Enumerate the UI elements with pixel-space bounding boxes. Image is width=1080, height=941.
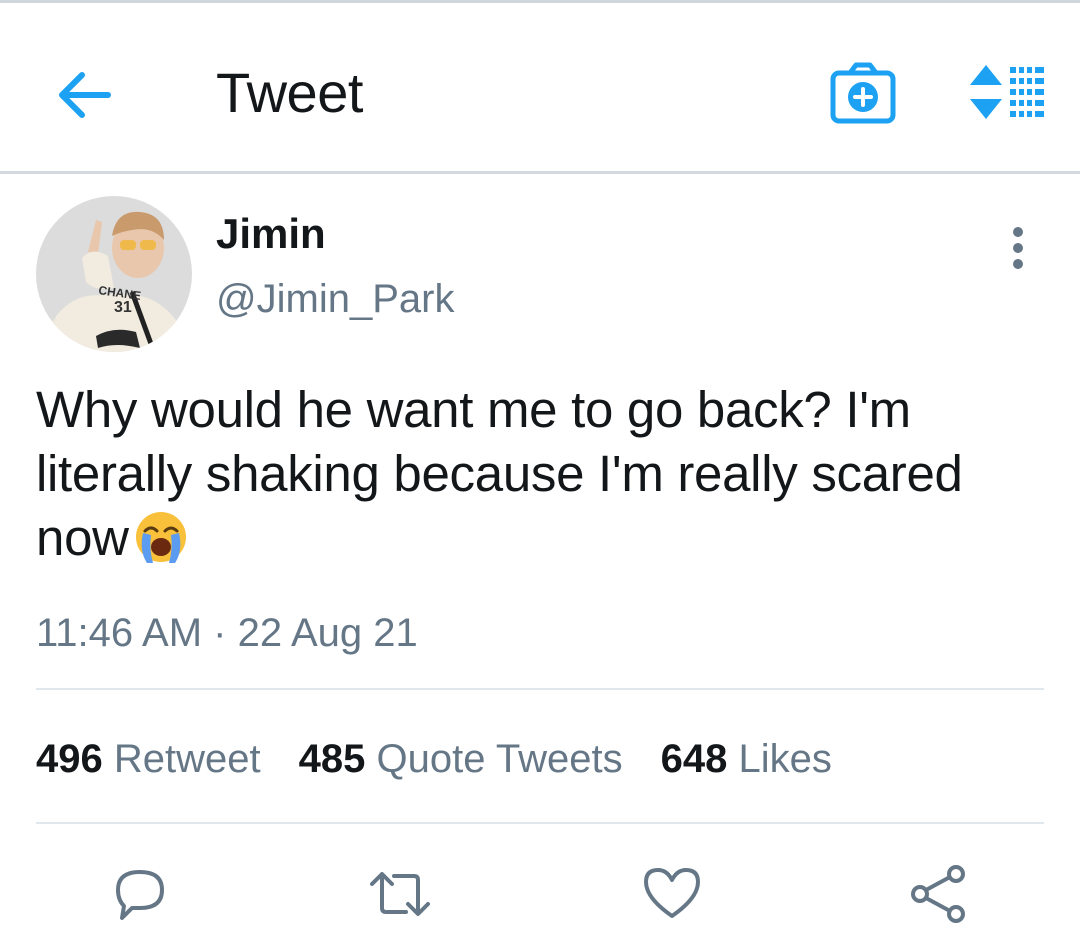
- tweet-text: Why would he want me to go back? I'm lit…: [36, 378, 1046, 570]
- tweet-timestamp: 11:46 AM · 22 Aug 21: [36, 611, 418, 655]
- page-title: Tweet: [216, 61, 363, 124]
- like-count[interactable]: 648 Likes: [661, 734, 832, 784]
- author-display-name[interactable]: Jimin: [216, 210, 326, 258]
- divider: [36, 822, 1044, 824]
- more-options-button[interactable]: [1000, 224, 1036, 272]
- divider: [36, 688, 1044, 690]
- share-icon: [911, 865, 965, 923]
- stat-number: 496: [36, 737, 103, 781]
- header-divider: [0, 171, 1080, 174]
- back-button[interactable]: [52, 63, 116, 127]
- more-vertical-icon: [1013, 227, 1023, 269]
- sort-list-icon: [970, 65, 1044, 119]
- retweet-icon: [370, 872, 430, 916]
- reply-icon: [116, 870, 164, 920]
- profile-photo: CHANE 31: [36, 196, 192, 352]
- like-icon: [644, 868, 700, 918]
- retweet-button[interactable]: [368, 862, 432, 926]
- stat-label: Retweet: [113, 737, 261, 781]
- loudly-crying-face-emoji: [135, 512, 186, 563]
- tweet-stats: 496 Retweet 485 Quote Tweets 648 Likes: [36, 734, 870, 784]
- camera-plus-icon: [830, 62, 896, 124]
- arrow-left-icon: [59, 72, 111, 118]
- stat-label: Quote Tweets: [376, 737, 623, 781]
- retweet-count[interactable]: 496 Retweet: [36, 734, 261, 784]
- stat-label: Likes: [738, 737, 832, 781]
- share-button[interactable]: [906, 862, 970, 926]
- sort-button[interactable]: [966, 63, 1048, 123]
- svg-text:31: 31: [114, 299, 132, 316]
- like-button[interactable]: [640, 862, 704, 926]
- camera-button[interactable]: [828, 61, 898, 127]
- stat-number: 485: [298, 737, 366, 781]
- avatar[interactable]: CHANE 31: [36, 196, 192, 352]
- reply-button[interactable]: [108, 862, 172, 926]
- stat-number: 648: [660, 737, 728, 781]
- app-header: Tweet: [0, 3, 1080, 171]
- author-handle[interactable]: @Jimin_Park: [216, 276, 454, 322]
- quote-tweet-count[interactable]: 485 Quote Tweets: [299, 734, 623, 784]
